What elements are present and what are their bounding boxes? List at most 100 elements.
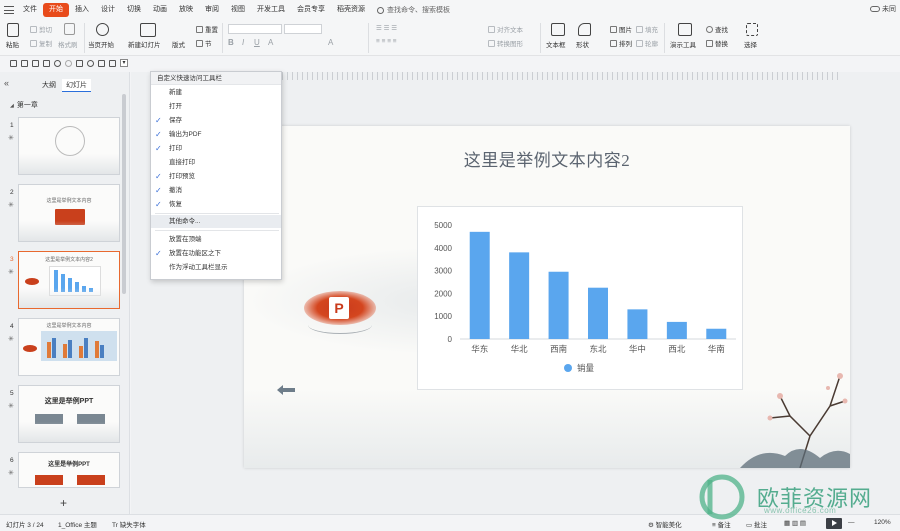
back-arrow-icon[interactable] — [277, 384, 295, 396]
picture-button[interactable]: 图片 — [610, 24, 632, 34]
menu-item-5[interactable]: 直接打印 — [151, 156, 281, 169]
tab-slides[interactable]: 幻灯片 — [62, 79, 91, 92]
menu-slideshow[interactable]: 放映 — [173, 3, 199, 17]
mist-decoration — [19, 288, 119, 308]
convert-smartart-button[interactable]: 转换图形 — [488, 38, 523, 48]
arrange-button[interactable]: 排列 — [610, 38, 632, 48]
tab-outline[interactable]: 大纲 — [38, 79, 60, 91]
arc-decoration — [308, 316, 372, 334]
textbox-button[interactable]: 文本框 — [546, 39, 566, 49]
menu-design[interactable]: 设计 — [95, 3, 121, 17]
add-slide-button[interactable]: + — [60, 496, 67, 510]
shape-icon[interactable] — [578, 23, 591, 36]
more-commands-item[interactable]: 其他命令... — [151, 215, 281, 228]
new-slide-button[interactable]: 新建幻灯片 — [128, 39, 161, 49]
hamburger-menu-icon[interactable] — [4, 6, 14, 14]
bar-chart[interactable]: 0 1000 2000 3000 4000 5000 华东 华北 西南 东北 华中 西北 华南 销量 — [417, 206, 743, 390]
menu-review[interactable]: 审阅 — [199, 3, 225, 17]
play-icon[interactable] — [87, 59, 94, 67]
find-button[interactable]: 查找 — [706, 24, 728, 34]
presentation-tools-icon[interactable] — [678, 23, 692, 36]
menu-view[interactable]: 视图 — [225, 3, 251, 17]
font-color-button[interactable]: A — [268, 38, 273, 47]
slide-thumbnail-4[interactable]: 这里是举例文本内容 — [18, 318, 120, 376]
menu-item-0[interactable]: 新建 — [151, 86, 281, 99]
menu-developer[interactable]: 开发工具 — [251, 3, 291, 17]
menu-item-8[interactable]: ✓ 恢复 — [151, 198, 281, 211]
menu-file[interactable]: 文件 — [17, 3, 43, 17]
new-slide-icon[interactable] — [140, 23, 156, 37]
format-painter-icon[interactable] — [64, 23, 75, 35]
menu-item-3[interactable]: ✓ 输出为PDF — [151, 128, 281, 141]
font-size-select[interactable] — [284, 24, 322, 34]
textbox-icon[interactable] — [551, 23, 565, 36]
menu-transition[interactable]: 切换 — [121, 3, 147, 17]
paste-icon[interactable] — [7, 23, 19, 37]
reset-button[interactable]: 重置 — [196, 24, 218, 34]
select-button[interactable]: 选择 — [744, 39, 757, 49]
position-item-1[interactable]: ✓ 放置在功能区之下 — [151, 247, 281, 260]
slide-thumbnail-1[interactable] — [18, 117, 120, 175]
format-icon[interactable] — [76, 59, 83, 67]
fill-button[interactable]: 填充 — [636, 24, 658, 34]
slide-3[interactable]: 这里是举例文本内容2 P 0 1000 2000 3000 4000 5000 华东 华北 西南… — [244, 126, 850, 468]
slide-thumbnail-2[interactable]: 这里是举例文本内容 — [18, 184, 120, 242]
menu-item-7[interactable]: ✓ 撤消 — [151, 184, 281, 197]
cut-button[interactable]: 剪切 — [30, 24, 52, 34]
menu-item-4[interactable]: ✓ 打印 — [151, 142, 281, 155]
slide-thumbnail-6[interactable]: 这里是举例PPT — [18, 452, 120, 488]
redo-icon[interactable] — [65, 59, 72, 67]
menu-insert[interactable]: 插入 — [69, 3, 95, 17]
undo-icon[interactable] — [54, 59, 61, 67]
select-icon[interactable] — [746, 23, 758, 36]
menu-item-1[interactable]: 打开 — [151, 100, 281, 113]
save-icon[interactable] — [10, 59, 17, 67]
from-current-button[interactable]: 当页开始 — [88, 39, 114, 49]
reset-label: 重置 — [205, 27, 218, 34]
menu-home[interactable]: 开始 — [43, 3, 69, 17]
text-direction-button[interactable]: 对齐文本 — [488, 24, 523, 34]
slide-thumbnail-5[interactable]: 这里是举例PPT — [18, 385, 120, 443]
shape-button[interactable]: 形状 — [576, 39, 589, 49]
theme-name[interactable]: 1_Office 主题 — [58, 519, 97, 529]
smart-beautify-button[interactable]: ⚙ 智能美化 — [648, 519, 682, 529]
play-from-current-icon[interactable] — [96, 23, 109, 36]
align-buttons[interactable]: ≡ ≡ ≡ ≡ — [376, 38, 397, 45]
format-painter-button[interactable]: 格式刷 — [58, 39, 78, 49]
position-item-2[interactable]: 作为浮动工具栏显示 — [151, 261, 281, 274]
collapse-panel-icon[interactable]: « — [4, 78, 9, 88]
command-search[interactable]: 查找命令、搜索模板 — [377, 5, 450, 15]
underline-button[interactable]: U — [254, 38, 260, 47]
menu-docer[interactable]: 稻壳资源 — [331, 3, 371, 17]
horizontal-ruler[interactable] — [282, 72, 842, 80]
copy-button[interactable]: 复制 — [30, 38, 52, 48]
layout-button[interactable]: 版式 — [172, 39, 185, 49]
picture-qat-icon[interactable] — [109, 59, 116, 67]
section-button[interactable]: 节 — [196, 38, 212, 48]
italic-button[interactable]: I — [242, 38, 244, 47]
slide-thumbnail-3[interactable]: 这里是举例文本内容2 — [18, 251, 120, 309]
slideshow-icon[interactable] — [98, 59, 105, 67]
menu-item-2[interactable]: ✓ 保存 — [151, 114, 281, 127]
sync-status[interactable]: 未同 — [870, 4, 896, 14]
panel-scrollbar[interactable] — [122, 94, 126, 294]
paste-button[interactable]: 粘贴 — [6, 39, 19, 49]
customize-qat-dropdown-button[interactable]: ▾ — [120, 59, 128, 67]
bold-button[interactable]: B — [228, 38, 234, 47]
presentation-tools-button[interactable]: 演示工具 — [670, 39, 696, 49]
missing-font-button[interactable]: Tr 缺失字体 — [112, 519, 146, 529]
section-title[interactable]: 第一章 — [10, 100, 38, 110]
print-preview-icon[interactable] — [43, 59, 50, 67]
position-item-0[interactable]: 放置在顶端 — [151, 233, 281, 246]
menu-item-6[interactable]: ✓ 打印预览 — [151, 170, 281, 183]
outline-button[interactable]: 轮廓 — [636, 38, 658, 48]
export-pdf-icon[interactable] — [21, 59, 28, 67]
print-icon[interactable] — [32, 59, 39, 67]
highlight-button[interactable]: A — [328, 38, 333, 47]
slide-title[interactable]: 这里是举例文本内容2 — [244, 146, 850, 171]
menu-animation[interactable]: 动画 — [147, 3, 173, 17]
replace-button[interactable]: 替换 — [706, 38, 728, 48]
menu-member[interactable]: 会员专享 — [291, 3, 331, 17]
bullets-button[interactable]: ☰ ☰ ☰ — [376, 24, 397, 32]
font-name-select[interactable] — [228, 24, 282, 34]
